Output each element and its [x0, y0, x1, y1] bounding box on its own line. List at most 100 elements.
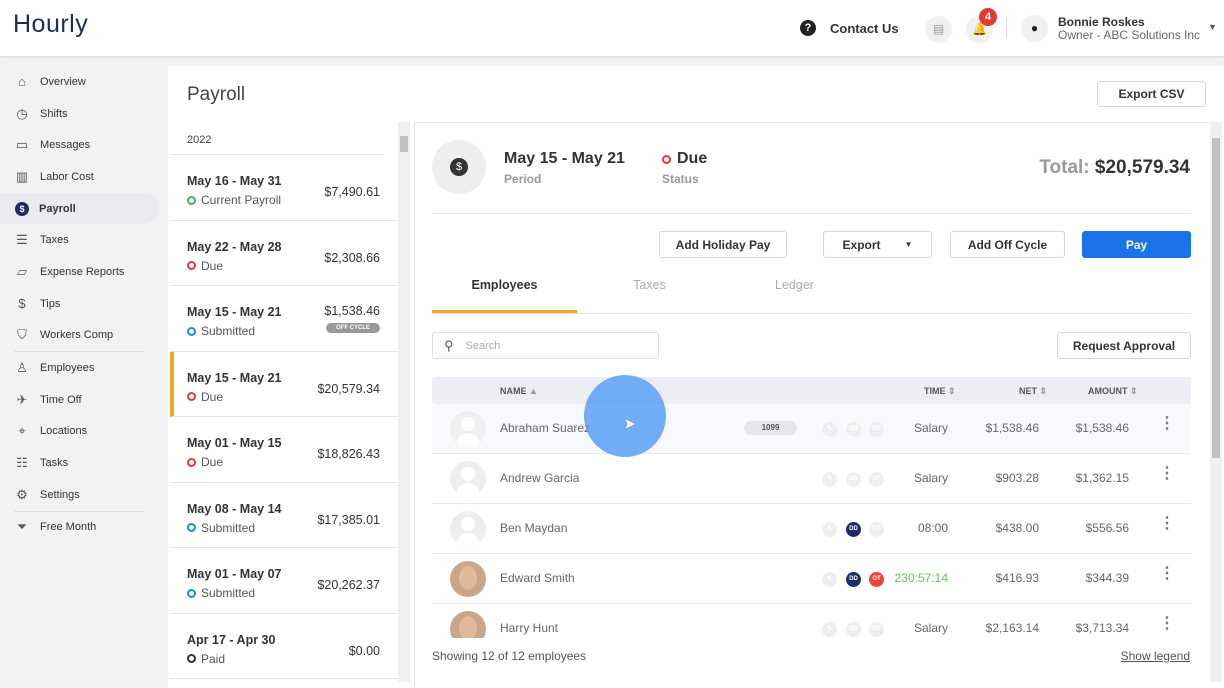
- table-header: NAME ▲ TIME ⇕ NET ⇕ AMOUNT ⇕: [432, 377, 1191, 404]
- export-dropdown[interactable]: Export ▼: [823, 231, 932, 258]
- year-label: 2022: [170, 122, 384, 155]
- period-item[interactable]: May 01 - May 15 Due $18,826.43: [170, 417, 398, 483]
- edit-icon[interactable]: ✎: [822, 422, 837, 437]
- off-cycle-badge: OFF CYCLE: [326, 323, 380, 333]
- caret-down-icon: ▼: [904, 240, 913, 249]
- overtime-icon: OT: [869, 472, 884, 487]
- sidebar-item-expense-reports[interactable]: ▱ Expense Reports: [0, 256, 159, 288]
- sidebar-item-tips[interactable]: $ Tips: [0, 288, 159, 320]
- tab-taxes[interactable]: Taxes: [577, 278, 722, 292]
- period-item[interactable]: May 22 - May 28 Due $2,308.66: [170, 221, 398, 286]
- table-row[interactable]: Abraham Suarez 1099 ✎ DD OT Salary $1,53…: [432, 404, 1191, 454]
- table-row[interactable]: Andrew Garcia ✎ DD OT Salary $903.28 $1,…: [432, 454, 1191, 504]
- show-legend-link[interactable]: Show legend: [1121, 649, 1190, 663]
- user-role: Owner - ABC Solutions Inc: [1058, 28, 1201, 42]
- payroll-panel: Payroll Export CSV 2022 May 16 - May 31 …: [168, 66, 1224, 688]
- table-row[interactable]: Harry Hunt ✎ DD OT Salary $2,163.14 $3,7…: [432, 604, 1191, 638]
- tab-ledger[interactable]: Ledger: [722, 278, 867, 292]
- status-dot-icon: [187, 523, 196, 532]
- edit-icon[interactable]: ✎: [822, 472, 837, 487]
- sidebar-item-locations[interactable]: ⌖ Locations: [0, 416, 159, 448]
- column-time[interactable]: TIME ⇕: [924, 386, 956, 397]
- tab-employees[interactable]: Employees: [432, 278, 577, 292]
- employee-name: Harry Hunt: [500, 621, 559, 635]
- sidebar-item-settings[interactable]: ⚙ Settings: [0, 479, 159, 511]
- sidebar-item-payroll[interactable]: $ Payroll: [0, 192, 159, 225]
- contact-us-button[interactable]: ? Contact Us: [800, 16, 899, 40]
- employee-name: Ben Maydan: [500, 521, 568, 535]
- period-item[interactable]: May 16 - May 31 Current Payroll $7,490.6…: [170, 155, 398, 221]
- period-scrollbar[interactable]: [398, 122, 410, 682]
- page-title: Payroll: [187, 84, 246, 105]
- employee-count: Showing 12 of 12 employees: [432, 649, 587, 663]
- status-dot-icon: [187, 457, 196, 467]
- locations-icon: ⌖: [18, 423, 26, 439]
- overtime-icon: OT: [869, 572, 884, 587]
- sidebar-item-employees[interactable]: ♙ Employees: [0, 352, 159, 384]
- period-item[interactable]: May 01 - May 07 Submitted $20,262.37: [170, 548, 398, 614]
- logo[interactable]: Hourly: [13, 10, 88, 39]
- detail-scrollbar[interactable]: [1210, 122, 1222, 682]
- employee-table: Abraham Suarez 1099 ✎ DD OT Salary $1,53…: [415, 404, 1211, 638]
- status-dot-icon: [187, 261, 196, 270]
- table-row[interactable]: Edward Smith ✎ DD OT 230:57:14 $416.93 $…: [432, 554, 1191, 604]
- messages-icon[interactable]: ▤: [925, 16, 952, 43]
- overtime-icon: OT: [869, 622, 884, 637]
- more-options-icon[interactable]: ⋮: [1159, 466, 1175, 482]
- overview-icon: ⌂: [18, 74, 26, 90]
- sidebar-item-taxes[interactable]: ☰ Taxes: [0, 224, 159, 256]
- payroll-icon: $: [432, 140, 486, 194]
- employee-name: Andrew Garcia: [500, 471, 580, 485]
- sidebar-item-labor-cost[interactable]: ▥ Labor Cost: [0, 161, 159, 193]
- period-list: 2022 May 16 - May 31 Current Payroll $7,…: [170, 122, 398, 688]
- edit-icon[interactable]: ✎: [822, 622, 837, 637]
- period-item[interactable]: May 08 - May 14 Submitted $17,385.01: [170, 483, 398, 548]
- request-approval-button[interactable]: Request Approval: [1057, 332, 1191, 359]
- period-item[interactable]: Apr 17 - Apr 30 Paid $0.00: [170, 614, 398, 679]
- edit-icon[interactable]: ✎: [822, 522, 837, 537]
- sidebar-item-shifts[interactable]: ◷ Shifts: [0, 98, 159, 130]
- edit-icon[interactable]: ✎: [822, 572, 837, 587]
- user-name[interactable]: Bonnie Roskes: [1058, 15, 1145, 29]
- more-options-icon[interactable]: ⋮: [1159, 416, 1175, 432]
- direct-deposit-icon: DD: [846, 572, 861, 587]
- chevron-down-icon[interactable]: ▼: [1208, 22, 1217, 32]
- user-avatar-icon[interactable]: ●: [1021, 15, 1048, 42]
- more-options-icon[interactable]: ⋮: [1159, 516, 1175, 532]
- status-dot-icon: [187, 326, 196, 336]
- total: Total: $20,579.34: [1039, 157, 1190, 178]
- sidebar-item-messages[interactable]: ▭ Messages: [0, 129, 159, 161]
- taxes-icon: ☰: [16, 232, 28, 248]
- add-off-cycle-button[interactable]: Add Off Cycle: [950, 231, 1065, 258]
- export-csv-button[interactable]: Export CSV: [1097, 81, 1206, 107]
- search-input[interactable]: ⚲ Search: [432, 332, 659, 359]
- more-options-icon[interactable]: ⋮: [1159, 566, 1175, 582]
- pay-button[interactable]: Pay: [1082, 231, 1191, 258]
- messages-icon: ▭: [15, 137, 29, 153]
- direct-deposit-icon: DD: [846, 472, 861, 487]
- sidebar-item-workers-comp[interactable]: ⛉ Workers Comp: [0, 320, 159, 352]
- period-item[interactable]: May 15 - May 21 Due $20,579.34: [170, 351, 398, 417]
- sidebar-item-tasks[interactable]: ☷ Tasks: [0, 447, 159, 479]
- overtime-icon: OT: [869, 522, 884, 537]
- tips-icon: $: [18, 296, 26, 312]
- tasks-icon: ☷: [16, 455, 28, 471]
- direct-deposit-icon: DD: [846, 522, 861, 537]
- more-options-icon[interactable]: ⋮: [1159, 616, 1175, 632]
- sidebar-item-time-off[interactable]: ✈ Time Off: [0, 384, 159, 416]
- status-dot-icon: [187, 392, 196, 401]
- status-dot-icon: [662, 154, 671, 164]
- payroll-detail: $ May 15 - May 21 Period Due Status Tota…: [414, 122, 1210, 688]
- column-name[interactable]: NAME ▲: [500, 386, 538, 396]
- sidebar-item-overview[interactable]: ⌂ Overview: [0, 66, 159, 98]
- add-holiday-pay-button[interactable]: Add Holiday Pay: [659, 231, 787, 258]
- column-amount[interactable]: AMOUNT ⇕: [1088, 386, 1138, 397]
- avatar: [450, 561, 486, 597]
- status-dot-icon: [187, 588, 196, 598]
- period-item[interactable]: May 15 - May 21 Submitted $1,538.46 OFF …: [170, 286, 398, 352]
- table-row[interactable]: Ben Maydan ✎ DD OT 08:00 $438.00 $556.56…: [432, 504, 1191, 554]
- column-net[interactable]: NET ⇕: [1019, 386, 1047, 397]
- settings-icon: ⚙: [16, 486, 28, 502]
- divider: [432, 313, 1191, 314]
- sidebar-item-free-month[interactable]: ⏷ Free Month: [0, 512, 159, 544]
